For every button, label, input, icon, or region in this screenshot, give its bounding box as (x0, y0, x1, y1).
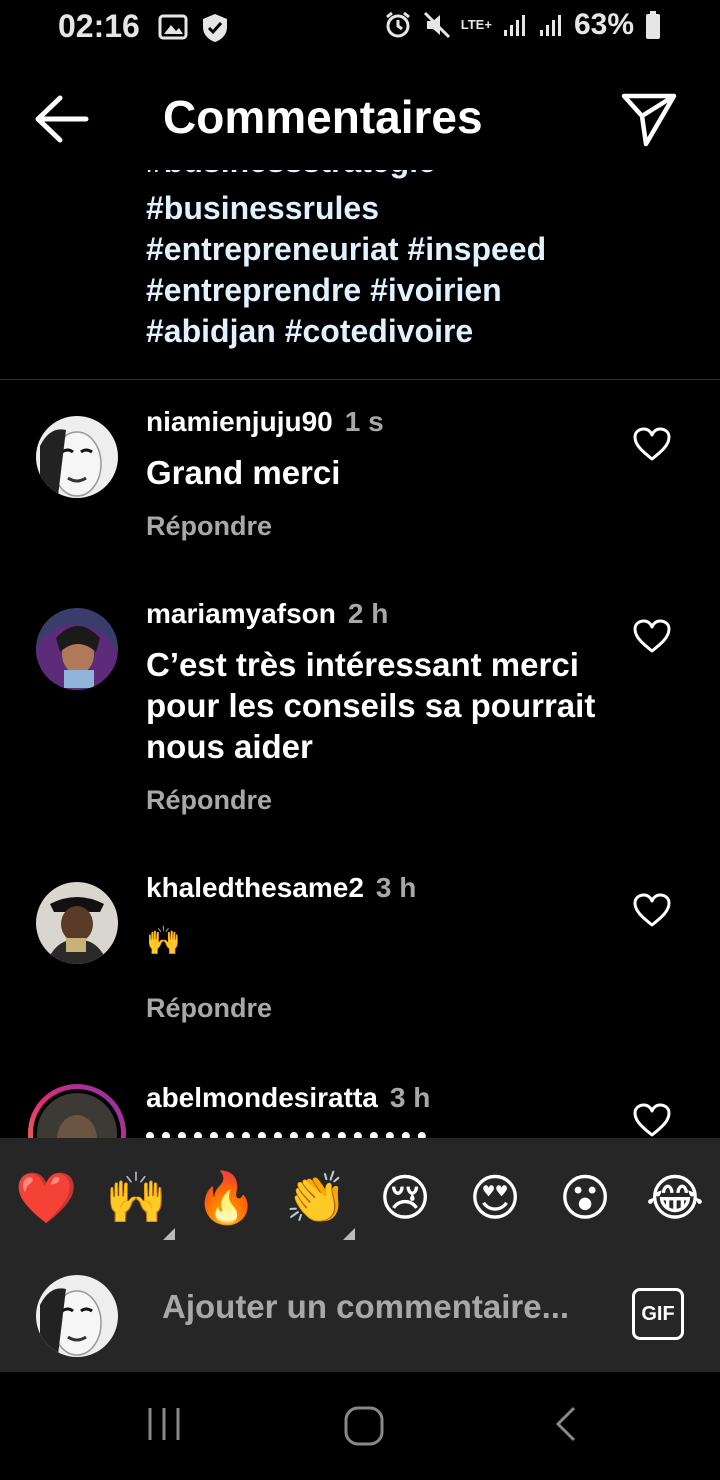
comment-composer: Ajouter un commentaire... GIF (0, 1258, 720, 1372)
back-arrow-icon[interactable] (30, 90, 94, 148)
emoji-heart-eyes[interactable]: 😍 (465, 1168, 525, 1228)
avatar[interactable] (36, 416, 118, 498)
status-bar: 02:16 LTE+ 63% (0, 0, 720, 56)
status-right-icons: LTE+ 63% (383, 8, 662, 42)
avatar (36, 1275, 118, 1357)
avatar[interactable] (36, 882, 118, 964)
battery-icon (646, 11, 660, 39)
hashtag-line[interactable]: #entreprendre #ivoirien (146, 270, 666, 311)
emoji-raising-hands[interactable]: 🙌 (105, 1168, 167, 1228)
comment-username[interactable]: mariamyafson 2 h (146, 598, 388, 630)
reply-button[interactable]: Répondre (146, 785, 272, 816)
gif-button[interactable]: GIF (632, 1288, 684, 1340)
heart-icon[interactable] (632, 618, 672, 654)
avatar[interactable] (28, 1084, 126, 1138)
emoji-clapping[interactable]: 👏 (285, 1168, 347, 1228)
gallery-icon (158, 14, 188, 40)
comment-text: Grand merci (146, 454, 341, 491)
heart-icon[interactable] (632, 426, 672, 462)
comment-input[interactable]: Ajouter un commentaire... (162, 1288, 569, 1326)
comment-username[interactable]: niamienjuju90 1 s (146, 406, 384, 438)
comment-username[interactable]: khaledthesame2 3 h (146, 872, 416, 904)
network-type: LTE+ (460, 17, 492, 32)
emoji-tears-of-joy[interactable]: 😂 (645, 1168, 705, 1228)
recent-apps-icon[interactable] (144, 1404, 184, 1444)
signal-icon (539, 15, 561, 36)
skin-tone-indicator (163, 1228, 175, 1240)
reply-button[interactable]: Répondre (146, 511, 272, 542)
hashtag-line[interactable]: #abidjan #cotedivoire (146, 311, 666, 352)
post-caption: #businessstrategie #businessrules #entre… (146, 155, 666, 352)
system-nav-bar (0, 1372, 720, 1480)
comment-text: C’est très intéressant merci pour les co… (146, 646, 596, 765)
status-time: 02:16 (58, 8, 140, 44)
emoji-fire[interactable]: 🔥 (195, 1168, 257, 1228)
comment-time: 3 h (375, 872, 417, 903)
heart-icon[interactable] (632, 1102, 672, 1138)
battery-level: 63% (573, 8, 634, 41)
hashtag-line[interactable]: #entrepreneuriat #inspeed (146, 229, 666, 270)
heart-icon[interactable] (632, 892, 672, 928)
skin-tone-indicator (343, 1228, 355, 1240)
comment-username[interactable]: abelmondesiratta 3 h (146, 1082, 430, 1114)
comment-time: 3 h (389, 1082, 431, 1113)
quick-emoji-bar: ❤️ 🙌 🔥 👏 😢 😍 😮 😂 (0, 1138, 720, 1258)
emoji-heart[interactable]: ❤️ (15, 1168, 77, 1228)
page-title: Commentaires (163, 91, 483, 143)
emoji-crying[interactable]: 😢 (375, 1168, 435, 1228)
back-nav-icon[interactable] (550, 1404, 580, 1444)
app-header: Commentaires (0, 60, 720, 170)
shield-icon (203, 14, 227, 42)
comment-item: abelmondesiratta 3 h (0, 1076, 720, 1138)
alarm-icon (385, 11, 410, 38)
comment-text: 🙌 (146, 925, 181, 956)
divider (0, 379, 720, 380)
mute-icon (423, 11, 450, 39)
home-icon[interactable] (342, 1404, 386, 1448)
comment-time: 1 s (344, 406, 384, 437)
signal-icon (503, 15, 525, 36)
emoji-surprised[interactable]: 😮 (555, 1168, 615, 1228)
reply-button[interactable]: Répondre (146, 993, 272, 1024)
hashtag-line[interactable]: #businessrules (146, 188, 666, 229)
comment-time: 2 h (347, 598, 389, 629)
avatar[interactable] (36, 608, 118, 690)
send-icon[interactable] (618, 88, 680, 150)
